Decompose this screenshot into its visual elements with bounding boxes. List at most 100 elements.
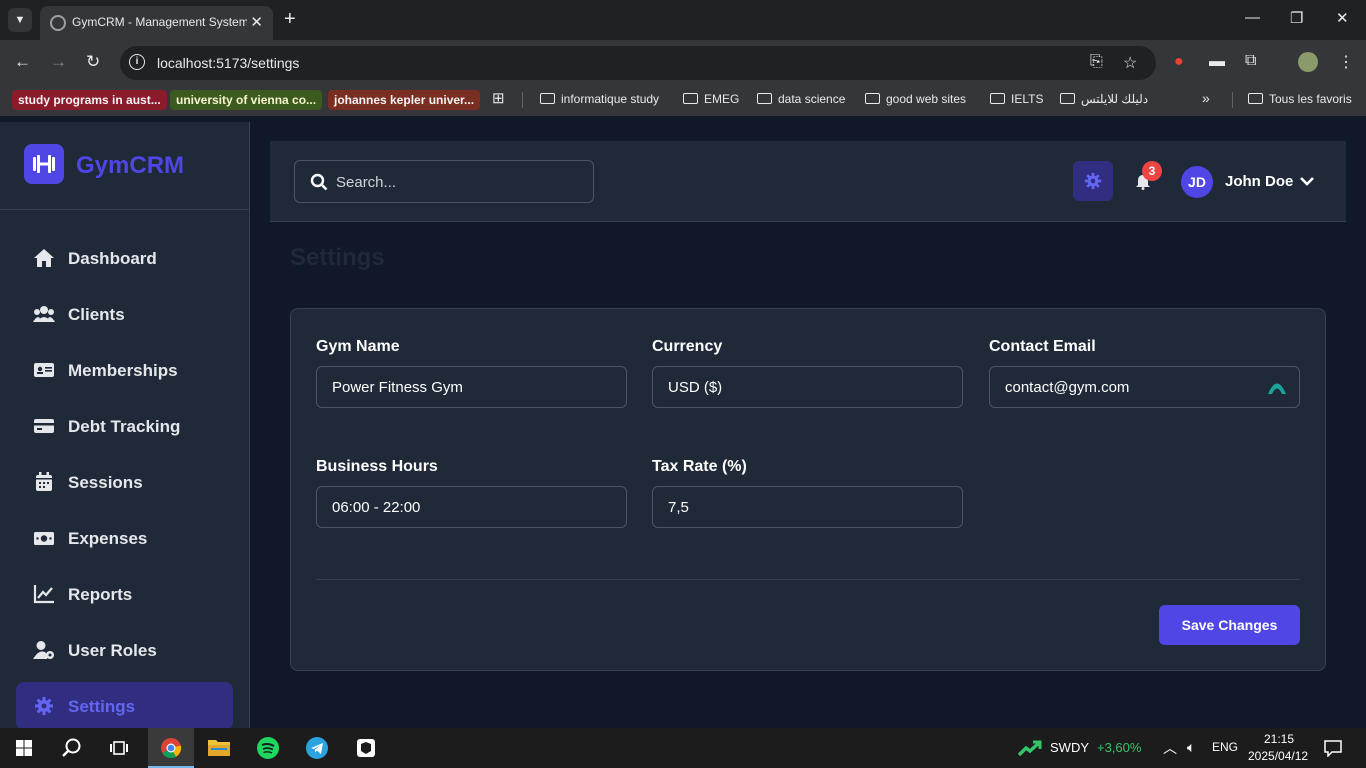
currency-field[interactable]: USD ($): [652, 366, 963, 408]
tax-rate-field[interactable]: 7,5: [652, 486, 963, 528]
reload-icon[interactable]: ↻: [86, 52, 100, 72]
tab-search-button[interactable]: ▼: [8, 8, 32, 32]
tab-favicon-icon: [50, 15, 66, 31]
theme-settings-button[interactable]: [1073, 161, 1113, 201]
windows-start-icon[interactable]: [16, 740, 32, 756]
business-hours-value: 06:00 - 22:00: [332, 499, 421, 516]
business-hours-field[interactable]: 06:00 - 22:00: [316, 486, 627, 528]
bookmark-folder-data-science[interactable]: data science: [757, 92, 845, 106]
all-bookmarks-folder[interactable]: Tous les favoris: [1248, 92, 1352, 106]
url-text: localhost:5173/settings: [157, 55, 300, 71]
bookmark-folder-emeg[interactable]: EMEG: [683, 92, 739, 106]
app-taskbar-button[interactable]: [343, 728, 389, 768]
users-icon: [33, 306, 55, 322]
taskbar-search-icon[interactable]: [62, 738, 82, 758]
calendar-icon: [36, 472, 52, 491]
sidebar-item-label: Expenses: [68, 529, 148, 548]
sidebar-item-memberships[interactable]: Memberships: [16, 346, 233, 394]
bookmark-folder-ielts[interactable]: IELTS: [990, 92, 1043, 106]
sidebar-item-sessions[interactable]: Sessions: [16, 458, 233, 506]
notification-center-icon[interactable]: [1324, 740, 1342, 757]
restore-icon[interactable]: ❐: [1290, 9, 1303, 27]
apps-grid-icon[interactable]: ⊞: [492, 89, 505, 107]
search-input[interactable]: Search...: [294, 160, 594, 203]
sidebar-item-label: Dashboard: [68, 249, 157, 268]
user-name[interactable]: John Doe: [1225, 173, 1293, 190]
avatar[interactable]: JD: [1181, 166, 1213, 198]
extensions-puzzle-icon[interactable]: ⧉: [1245, 52, 1256, 70]
brand-name: GymCRM: [76, 152, 185, 179]
chrome-icon: [161, 738, 182, 759]
clock-time[interactable]: 21:15: [1264, 732, 1294, 746]
telegram-taskbar-button[interactable]: [294, 728, 340, 768]
sidebar-item-reports[interactable]: Reports: [16, 570, 233, 618]
sidebar-item-settings[interactable]: Settings: [16, 682, 233, 728]
gym-name-field[interactable]: Power Fitness Gym: [316, 366, 627, 408]
bookmark-chip-vienna[interactable]: university of vienna co...: [170, 90, 323, 110]
bookmark-chip-jku[interactable]: johannes kepler univer...: [328, 90, 481, 110]
gymcrm-app: GymCRM Dashboard Clients Memberships Deb…: [0, 122, 1366, 728]
extension-icon-2[interactable]: ▬: [1209, 53, 1225, 71]
save-changes-button[interactable]: Save Changes: [1159, 605, 1300, 645]
clock-date[interactable]: 2025/04/12: [1248, 749, 1308, 763]
search-icon: [310, 173, 328, 191]
bookmark-folder-informatique[interactable]: informatique study: [540, 92, 659, 106]
address-bar[interactable]: i localhost:5173/settings ⎘ ☆: [120, 46, 1156, 80]
translate-icon[interactable]: ⎘: [1090, 53, 1103, 71]
bookmark-folder-good-web-sites[interactable]: good web sites: [865, 92, 966, 106]
language-indicator[interactable]: ENG: [1212, 740, 1238, 754]
bookmark-chip-study[interactable]: study programs in aust...: [12, 90, 167, 110]
browser-toolbar: ← → ↻ i localhost:5173/settings ⎘ ☆ ● ▬ …: [0, 40, 1366, 84]
extension-icon[interactable]: ●: [1174, 53, 1184, 71]
stock-symbol[interactable]: SWDY: [1050, 740, 1089, 755]
new-tab-button[interactable]: +: [284, 8, 296, 30]
sidebar-item-label: Reports: [68, 585, 133, 604]
sidebar-item-label: Debt Tracking: [68, 417, 181, 436]
folder-icon: [990, 93, 1005, 104]
gear-icon: [1084, 172, 1102, 190]
stock-change[interactable]: +3,60%: [1097, 740, 1141, 755]
profile-avatar[interactable]: [1298, 52, 1318, 72]
top-header: Search... 3 JD John Doe: [270, 141, 1346, 222]
sidebar-item-expenses[interactable]: Expenses: [16, 514, 233, 562]
chrome-taskbar-button[interactable]: [148, 728, 194, 768]
browser-tab[interactable]: GymCRM - Management System ✕: [40, 6, 273, 40]
notification-badge: 3: [1142, 161, 1162, 181]
sidebar-item-label: Clients: [68, 305, 125, 324]
bookmark-star-icon[interactable]: ☆: [1123, 53, 1137, 73]
bookmark-folder-arabic[interactable]: دليلك للايلتس: [1060, 92, 1148, 106]
contact-email-field[interactable]: contact@gym.com: [989, 366, 1300, 408]
forward-icon[interactable]: →: [50, 52, 67, 72]
chevron-down-icon[interactable]: [1299, 174, 1315, 188]
id-card-icon: [34, 363, 54, 377]
site-info-icon[interactable]: i: [129, 54, 145, 70]
sidebar: GymCRM Dashboard Clients Memberships Deb…: [0, 122, 250, 728]
task-view-icon[interactable]: [110, 739, 128, 757]
window-close-icon[interactable]: ✕: [1336, 9, 1349, 27]
chart-line-icon: [33, 585, 54, 604]
folder-icon: [208, 740, 230, 756]
menu-kebab-icon[interactable]: ⋮: [1338, 52, 1354, 72]
folder-icon: [757, 93, 772, 104]
autofill-icon[interactable]: [1267, 379, 1287, 395]
show-hidden-icons-chevron-icon[interactable]: ︿: [1163, 738, 1177, 758]
sidebar-item-dashboard[interactable]: Dashboard: [16, 234, 233, 282]
spotify-taskbar-button[interactable]: [245, 728, 291, 768]
minimize-icon[interactable]: —: [1245, 9, 1260, 26]
back-icon[interactable]: ←: [14, 52, 31, 72]
sidebar-item-debt-tracking[interactable]: Debt Tracking: [16, 402, 233, 450]
stock-trend-icon: [1018, 740, 1042, 756]
bookmark-divider-2: [1232, 92, 1233, 108]
sidebar-item-user-roles[interactable]: User Roles: [16, 626, 233, 674]
tab-close-icon[interactable]: ✕: [250, 13, 263, 31]
sidebar-item-label: Sessions: [68, 473, 143, 492]
bookmarks-overflow-icon[interactable]: »: [1202, 90, 1210, 106]
credit-card-icon: [34, 419, 54, 433]
page-title: Settings: [290, 244, 385, 271]
tax-rate-label: Tax Rate (%): [652, 458, 747, 475]
sidebar-item-label: Memberships: [68, 361, 178, 380]
volume-icon[interactable]: 🔈︎: [1187, 739, 1195, 756]
sidebar-item-clients[interactable]: Clients: [16, 290, 233, 338]
browser-tab-bar: ▼ GymCRM - Management System ✕ + — ❐ ✕: [0, 0, 1366, 40]
file-explorer-taskbar-button[interactable]: [196, 728, 242, 768]
